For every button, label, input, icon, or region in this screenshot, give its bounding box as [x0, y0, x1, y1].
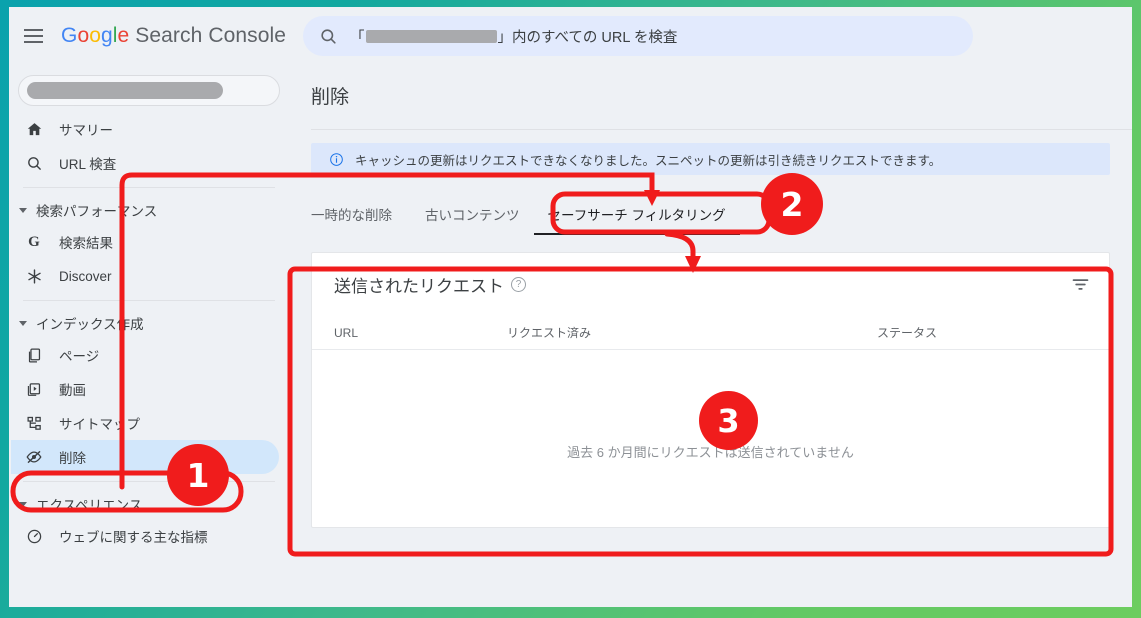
column-header-status[interactable]: ステータス: [877, 324, 937, 341]
sidebar-item-label: ウェブに関する主な指標: [59, 530, 208, 545]
hamburger-menu-icon[interactable]: [18, 21, 48, 51]
help-circle-icon[interactable]: ?: [511, 277, 526, 292]
sidebar-group-label: 検索パフォーマンス: [36, 204, 158, 219]
sidebar-group-experience[interactable]: エクスペリエンス: [9, 489, 289, 519]
main-content: 削除 キャッシュの更新はリクエストできなくなりました。スニペットの更新は引き続き…: [289, 64, 1132, 607]
sidebar-item-discover[interactable]: Discover: [11, 259, 279, 293]
sidebar-group-label: インデックス作成: [36, 317, 144, 332]
property-selector[interactable]: [18, 75, 280, 106]
search-placeholder-text: 「 」内のすべての URL を検査: [350, 26, 677, 47]
sidebar-divider-3: [23, 481, 275, 482]
sidebar-item-search-results[interactable]: G 検索結果: [11, 225, 279, 259]
info-banner-text: キャッシュの更新はリクエストできなくなりました。スニペットの更新は引き続きリクエ…: [355, 153, 942, 168]
sidebar-item-label: 削除: [59, 451, 86, 466]
redacted-property-name: [365, 29, 497, 43]
sidebar-group-search-performance[interactable]: 検索パフォーマンス: [9, 195, 289, 225]
url-inspection-search-bar[interactable]: 「 」内のすべての URL を検査: [303, 16, 973, 56]
sidebar-item-url-inspection[interactable]: URL 検査: [11, 146, 279, 180]
chevron-down-icon: [19, 501, 27, 507]
screenshot-frame: Google Search Console 「 」内のすべての URL を検査 サ…: [0, 0, 1141, 618]
sidebar-item-sitemaps[interactable]: サイトマップ: [11, 406, 279, 440]
discover-asterisk-icon: [23, 268, 45, 285]
sidebar-item-label: 検索結果: [59, 236, 113, 251]
sidebar-item-label: Discover: [59, 268, 112, 284]
eye-off-icon: [23, 448, 45, 466]
redacted-property-value: [27, 82, 223, 99]
sidebar-item-label: ページ: [59, 349, 100, 364]
sidebar-group-label: エクスペリエンス: [36, 498, 143, 513]
submitted-requests-card: 送信されたリクエスト ? URL リクエスト済み ステータス 過去 6 か月間に…: [311, 252, 1110, 528]
card-title: 送信されたリクエスト: [334, 277, 504, 296]
search-icon: [23, 155, 45, 172]
pages-icon: [23, 347, 45, 364]
top-bar: Google Search Console 「 」内のすべての URL を検査: [9, 7, 1132, 64]
home-icon: [23, 121, 45, 138]
info-banner: キャッシュの更新はリクエストできなくなりました。スニペットの更新は引き続きリクエ…: [311, 143, 1110, 175]
speedometer-icon: [23, 528, 45, 545]
column-header-requested[interactable]: リクエスト済み: [507, 324, 877, 341]
search-suffix: 」内のすべての URL を検査: [497, 29, 678, 46]
sidebar: サマリー URL 検査 検索パフォーマンス G 検索結果 Discover イン…: [9, 64, 289, 607]
sidebar-item-label: URL 検査: [59, 157, 117, 172]
google-g-icon: G: [28, 233, 40, 250]
info-icon: [329, 152, 344, 167]
removals-tabs: 一時的な削除 古いコンテンツ セーフサーチ フィルタリング: [311, 201, 1132, 235]
sidebar-item-label: サイトマップ: [59, 417, 140, 432]
video-icon: [23, 381, 45, 398]
sitemap-icon: [23, 415, 45, 432]
chevron-down-icon: [19, 320, 27, 326]
page-title: 削除: [311, 87, 350, 108]
search-prefix: 「: [350, 29, 365, 46]
search-icon: [319, 27, 338, 46]
chevron-down-icon: [19, 207, 27, 213]
table-header-row: URL リクエスト済み ステータス: [312, 316, 1109, 350]
brand-suffix: Search Console: [129, 23, 287, 47]
sidebar-divider-1: [23, 187, 275, 188]
sidebar-item-removals[interactable]: 削除: [11, 440, 279, 474]
sidebar-item-label: 動画: [59, 383, 86, 398]
sidebar-divider-2: [23, 300, 275, 301]
tab-safesearch-filtering[interactable]: セーフサーチ フィルタリング: [533, 204, 740, 235]
title-divider: [311, 129, 1132, 130]
search-console-app: Google Search Console 「 」内のすべての URL を検査 サ…: [9, 7, 1132, 607]
sidebar-item-videos[interactable]: 動画: [11, 372, 279, 406]
app-brand: Google Search Console: [61, 23, 287, 47]
sidebar-group-indexing[interactable]: インデックス作成: [9, 308, 289, 338]
card-header: 送信されたリクエスト ?: [312, 253, 1109, 297]
empty-state-message: 過去 6 か月間にリクエストは送信されていません: [567, 445, 854, 460]
sidebar-item-core-web-vitals[interactable]: ウェブに関する主な指標: [11, 519, 279, 553]
sidebar-item-summary[interactable]: サマリー: [11, 112, 279, 146]
filter-icon[interactable]: [1070, 274, 1091, 295]
tab-outdated-content[interactable]: 古いコンテンツ: [411, 204, 534, 235]
tab-temporary-removals[interactable]: 一時的な削除: [311, 204, 406, 235]
sidebar-item-pages[interactable]: ページ: [11, 338, 279, 372]
sidebar-section-top: サマリー URL 検査: [9, 106, 289, 180]
sidebar-item-label: サマリー: [59, 123, 113, 138]
column-header-url[interactable]: URL: [312, 326, 507, 340]
